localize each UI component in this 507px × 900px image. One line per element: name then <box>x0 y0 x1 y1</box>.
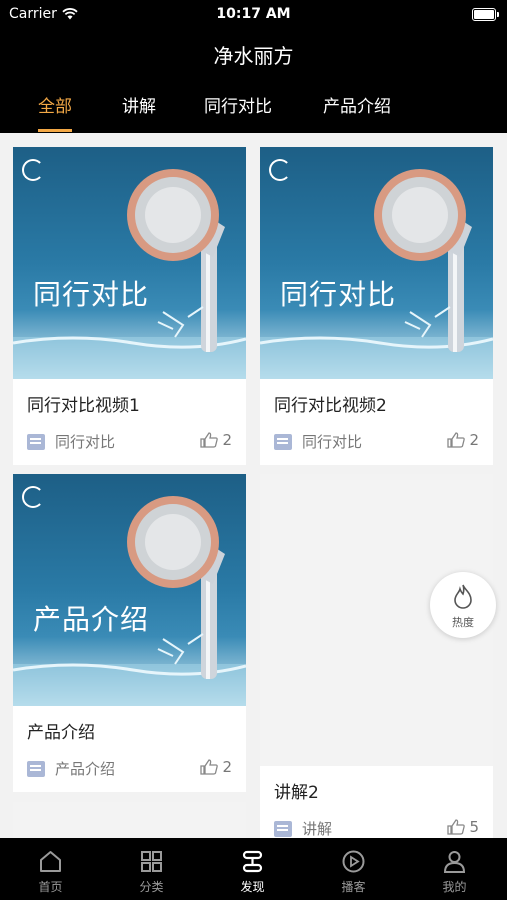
book-icon <box>274 433 292 450</box>
thumbnail-text: 同行对比 <box>33 278 150 311</box>
status-bar: Carrier 10:17 AM <box>0 6 507 26</box>
card-title: 同行对比视频1 <box>27 396 140 416</box>
book-icon <box>274 820 292 837</box>
thumbs-up-icon <box>447 819 466 835</box>
user-icon <box>443 851 466 873</box>
tab-product-intro[interactable]: 产品介绍 <box>323 92 391 133</box>
nav-label: 发现 <box>240 880 265 894</box>
category-label: 讲解 <box>302 820 333 838</box>
video-thumbnail[interactable]: 同行对比 <box>260 147 493 379</box>
thumbs-up-icon <box>200 759 219 775</box>
tab-peer-compare[interactable]: 同行对比 <box>204 92 272 133</box>
like-count[interactable]: 2 <box>200 431 232 449</box>
like-value: 2 <box>469 431 479 449</box>
battery-icon <box>472 8 499 21</box>
status-time: 10:17 AM <box>216 6 291 22</box>
hot-sort-button[interactable]: 热度 <box>430 572 496 638</box>
like-count[interactable]: 2 <box>447 431 479 449</box>
nav-podcast[interactable]: 播客 <box>303 838 404 900</box>
category-label: 同行对比 <box>302 433 363 451</box>
tab-explain[interactable]: 讲解 <box>122 92 156 133</box>
shower-head-image <box>13 496 246 706</box>
like-value: 5 <box>469 818 479 836</box>
page-title: 净水丽方 <box>213 44 294 68</box>
nav-label: 首页 <box>38 880 63 894</box>
nav-category[interactable]: 分类 <box>101 838 202 900</box>
card-title: 同行对比视频2 <box>274 396 387 416</box>
nav-label: 分类 <box>139 880 164 894</box>
book-icon <box>27 760 45 777</box>
nav-label: 我的 <box>442 880 467 894</box>
nav-label: 播客 <box>341 880 366 894</box>
card-category: 产品介绍 <box>27 758 115 779</box>
video-thumbnail[interactable]: 同行对比 <box>13 147 246 379</box>
grid-icon <box>141 851 162 872</box>
flame-icon <box>454 584 472 609</box>
nav-home[interactable]: 首页 <box>0 838 101 900</box>
card-category: 讲解 <box>274 818 332 839</box>
category-label: 同行对比 <box>55 433 116 451</box>
card-title: 产品介绍 <box>27 723 95 743</box>
book-icon <box>27 433 45 450</box>
home-icon <box>40 851 61 872</box>
brand-logo <box>22 485 72 508</box>
nav-mine[interactable]: 我的 <box>404 838 505 900</box>
video-thumbnail[interactable]: 产品介绍 <box>13 474 246 706</box>
thumbnail-text: 产品介绍 <box>33 603 150 636</box>
video-card-partial[interactable] <box>13 802 246 838</box>
hot-label: 热度 <box>452 616 474 629</box>
discover-icon <box>242 850 263 873</box>
thumbnail-text: 同行对比 <box>280 278 397 311</box>
brand-logo <box>269 158 319 181</box>
video-card[interactable]: 同行对比 同行对比视频1 同行对比 2 <box>13 147 246 465</box>
category-tabs: 全部 讲解 同行对比 产品介绍 <box>0 92 507 133</box>
like-count[interactable]: 2 <box>200 758 232 776</box>
play-icon <box>342 850 365 873</box>
bottom-nav: 首页 分类 发现 播客 我的 <box>0 838 507 900</box>
shower-head-image <box>260 169 493 379</box>
category-label: 产品介绍 <box>55 760 116 778</box>
video-card[interactable]: 同行对比 同行对比视频2 同行对比 2 <box>260 147 493 465</box>
thumbs-up-icon <box>200 432 219 448</box>
card-title: 讲解2 <box>274 783 319 803</box>
thumbs-up-icon <box>447 432 466 448</box>
brand-logo <box>22 158 72 181</box>
card-category: 同行对比 <box>27 431 115 452</box>
card-category: 同行对比 <box>274 431 362 452</box>
top-bar: Carrier 10:17 AM 净水丽方 全部 讲解 同行对比 产品介绍 <box>0 0 507 133</box>
like-value: 2 <box>222 758 232 776</box>
like-count[interactable]: 5 <box>447 818 479 836</box>
tab-all[interactable]: 全部 <box>38 92 72 133</box>
like-value: 2 <box>222 431 232 449</box>
shower-head-image <box>13 169 246 379</box>
video-card[interactable]: 产品介绍 产品介绍 产品介绍 2 <box>13 474 246 792</box>
video-card[interactable]: 讲解2 讲解 5 <box>260 474 493 838</box>
nav-discover[interactable]: 发现 <box>202 838 303 900</box>
